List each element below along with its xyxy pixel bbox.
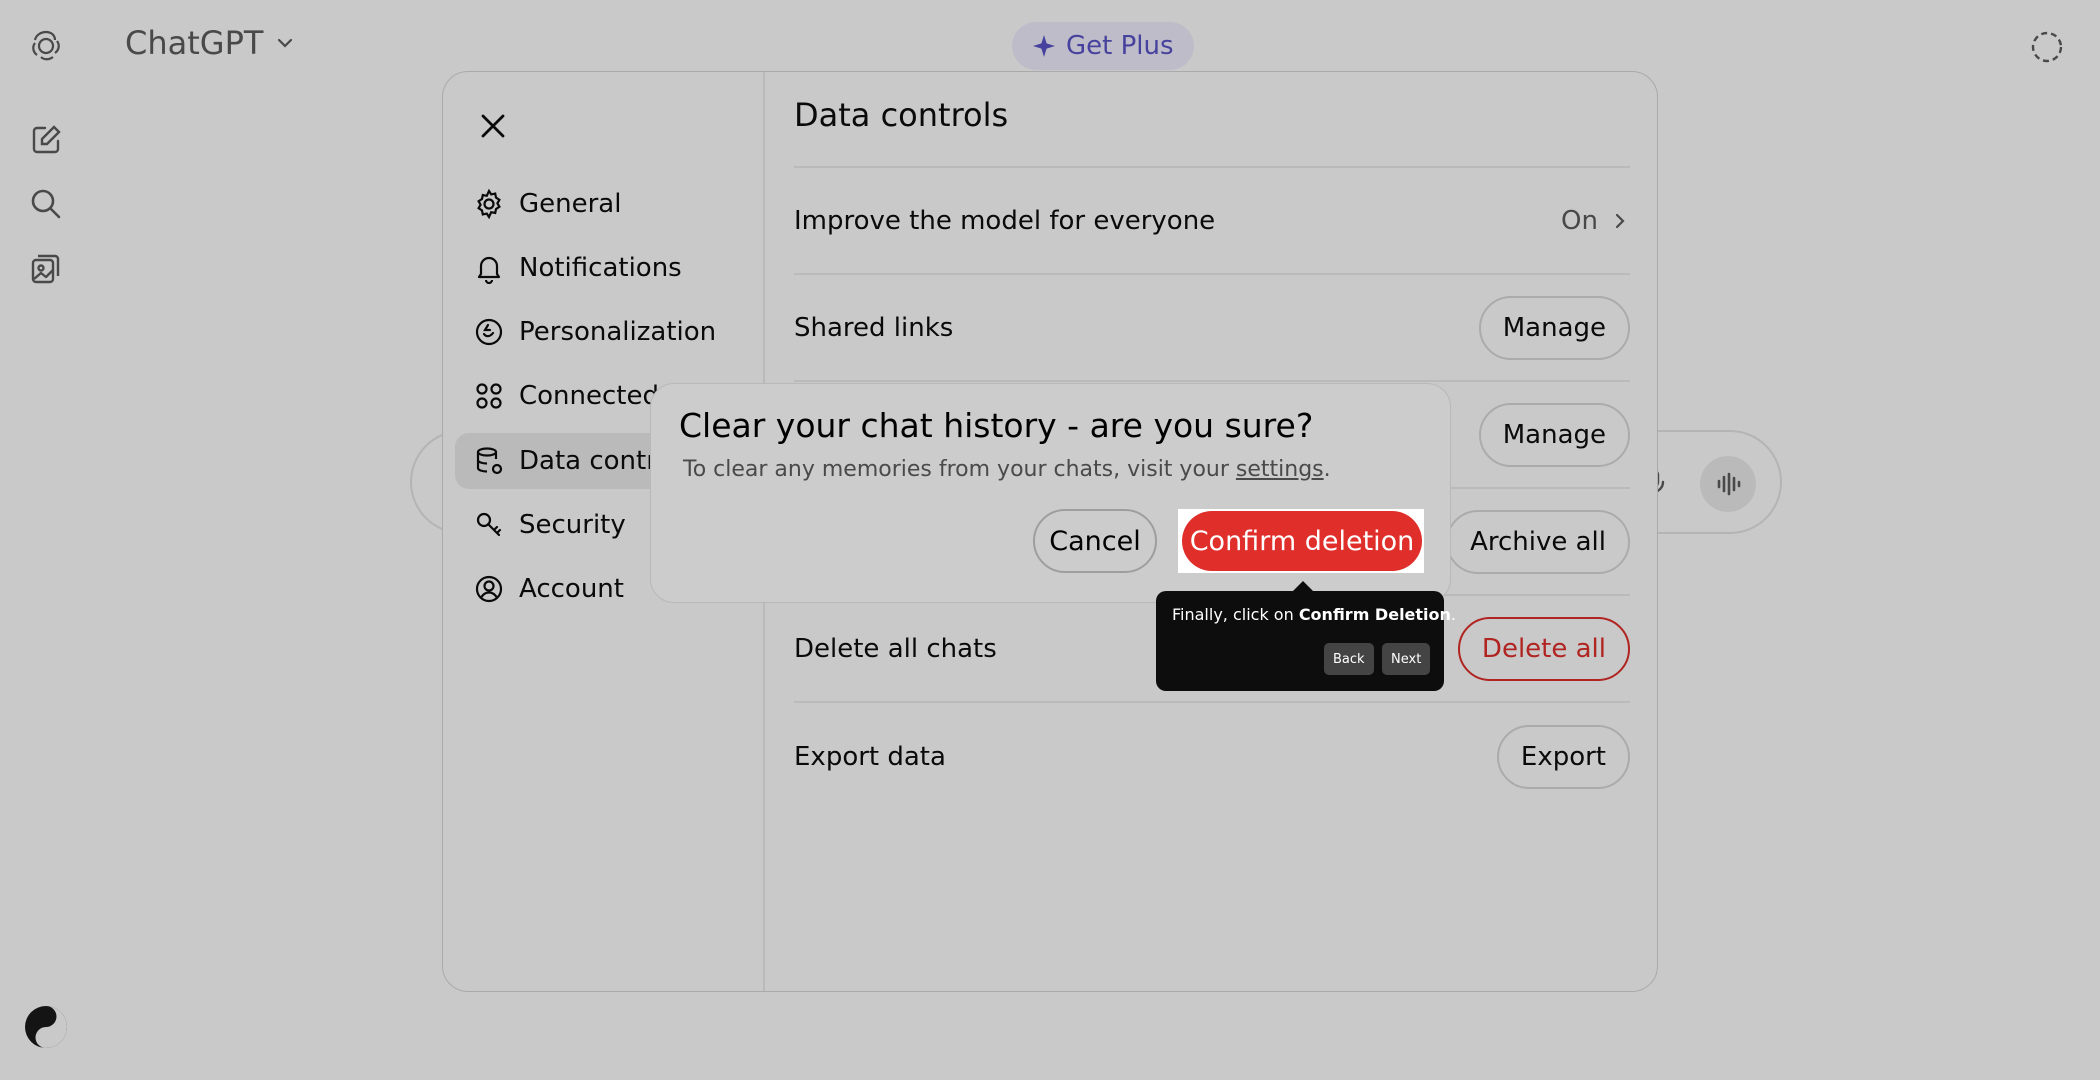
tour-text-prefix: Finally, click on <box>1172 605 1299 624</box>
dialog-title: Clear your chat history - are you sure? <box>679 406 1314 445</box>
tooltip-arrow <box>1292 581 1314 592</box>
dialog-description: To clear any memories from your chats, v… <box>683 457 1331 482</box>
tour-tooltip: Finally, click on Confirm Deletion. Back… <box>1156 581 1456 691</box>
tour-back-button[interactable]: Back <box>1324 643 1374 675</box>
tour-highlight: Confirm deletion <box>1178 509 1424 573</box>
settings-link[interactable]: settings <box>1236 457 1324 482</box>
dialog-description-end: . <box>1323 457 1331 482</box>
tour-text-bold: Confirm Deletion <box>1298 605 1451 624</box>
cancel-button[interactable]: Cancel <box>1033 509 1157 573</box>
dialog-description-text: To clear any memories from your chats, v… <box>683 457 1236 482</box>
tour-next-button[interactable]: Next <box>1382 643 1431 675</box>
tour-text: Finally, click on Confirm Deletion. <box>1172 605 1456 624</box>
tour-text-suffix: . <box>1450 605 1457 624</box>
clear-history-dialog: Clear your chat history - are you sure? … <box>650 383 1451 603</box>
confirm-deletion-button[interactable]: Confirm deletion <box>1182 511 1422 571</box>
